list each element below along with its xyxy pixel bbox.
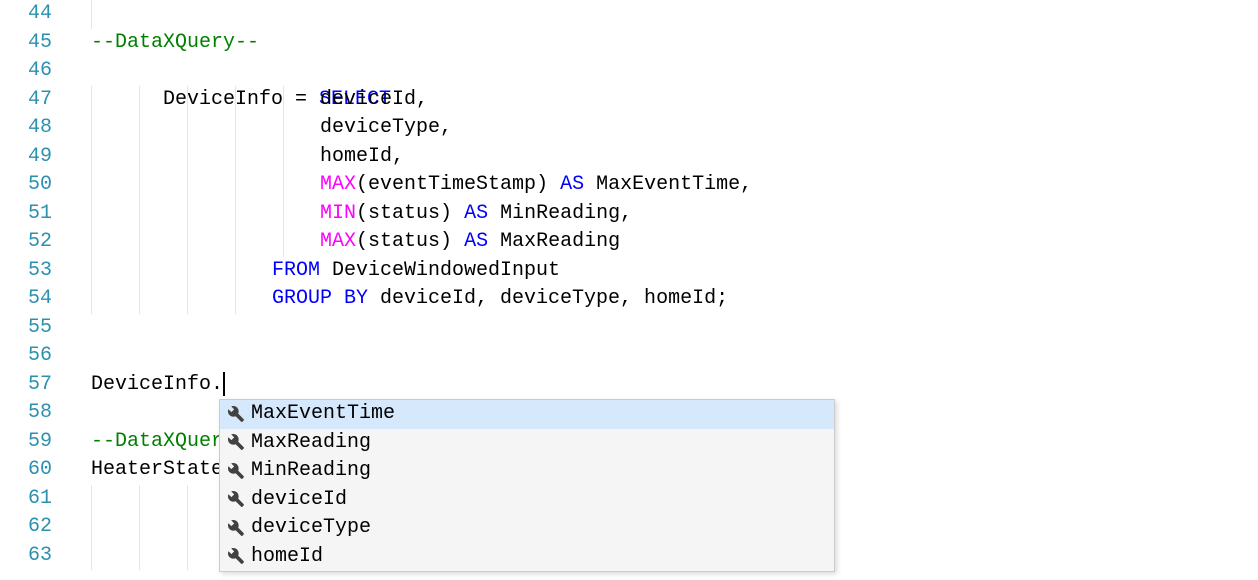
line-number-52: 52	[0, 228, 66, 257]
autocomplete-item-devicetype[interactable]: deviceType	[220, 514, 834, 543]
code-line[interactable]: 50 MAX(eventTimeStamp) AS MaxEventTime,	[0, 171, 1258, 200]
keyword-as: AS	[452, 230, 500, 253]
line-number-55: 55	[0, 314, 66, 343]
wrench-icon	[228, 406, 245, 423]
text-cursor	[223, 372, 225, 396]
function-min: MIN	[320, 202, 356, 225]
table-name: DeviceWindowedInput	[320, 259, 560, 282]
argument: status	[368, 202, 440, 225]
line-number-49: 49	[0, 143, 66, 172]
code-line-active[interactable]: 57 DeviceInfo.	[0, 371, 1258, 400]
wrench-icon	[228, 463, 245, 480]
autocomplete-item-deviceid[interactable]: deviceId	[220, 486, 834, 515]
autocomplete-label: deviceType	[251, 514, 371, 543]
identifier: HeaterState	[91, 456, 223, 485]
code-line[interactable]: 45 --DataXQuery--	[0, 29, 1258, 58]
code-line[interactable]: 48 deviceType,	[0, 114, 1258, 143]
autocomplete-item-maxreading[interactable]: MaxReading	[220, 429, 834, 458]
autocomplete-label: MaxEventTime	[251, 400, 395, 429]
code-line[interactable]: 52 MAX(status) AS MaxReading	[0, 228, 1258, 257]
line-number-47: 47	[0, 86, 66, 115]
autocomplete-label: homeId	[251, 543, 323, 572]
line-number-61: 61	[0, 485, 66, 514]
code-line[interactable]: 54 GROUP BY deviceId, deviceType, homeId…	[0, 285, 1258, 314]
autocomplete-label: MaxReading	[251, 429, 371, 458]
autocomplete-label: MinReading	[251, 457, 371, 486]
line-number-50: 50	[0, 171, 66, 200]
wrench-icon	[228, 548, 245, 565]
wrench-icon	[228, 434, 245, 451]
paren: )	[536, 173, 548, 196]
line-number-48: 48	[0, 114, 66, 143]
line-number-59: 59	[0, 428, 66, 457]
line-number-60: 60	[0, 456, 66, 485]
code-line[interactable]: 51 MIN(status) AS MinReading,	[0, 200, 1258, 229]
comment-text: --DataXQuer	[91, 428, 223, 457]
field-name: deviceType,	[320, 114, 452, 143]
alias: MaxEventTime,	[596, 173, 752, 196]
wrench-icon	[228, 520, 245, 537]
autocomplete-popup[interactable]: MaxEventTime MaxReading MinReading devic…	[219, 399, 835, 572]
line-number-57: 57	[0, 371, 66, 400]
autocomplete-item-maxeventtime[interactable]: MaxEventTime	[220, 400, 834, 429]
code-line[interactable]: 53 FROM DeviceWindowedInput	[0, 257, 1258, 286]
line-number-51: 51	[0, 200, 66, 229]
identifier: DeviceInfo.	[91, 373, 223, 396]
field-name: homeId,	[320, 143, 404, 172]
argument: eventTimeStamp	[368, 173, 536, 196]
comment-text: --DataXQuery--	[91, 29, 259, 58]
line-number-54: 54	[0, 285, 66, 314]
group-fields: deviceId, deviceType, homeId;	[368, 287, 728, 310]
line-number-44: 44	[0, 0, 66, 29]
code-line[interactable]: 44	[0, 0, 1258, 29]
field-name: deviceId,	[320, 86, 428, 115]
paren: (	[356, 202, 368, 225]
line-number-45: 45	[0, 29, 66, 58]
paren: )	[440, 230, 452, 253]
line-number-63: 63	[0, 542, 66, 571]
keyword-as: AS	[548, 173, 596, 196]
paren: )	[440, 202, 452, 225]
code-line[interactable]: 56	[0, 342, 1258, 371]
argument: status	[368, 230, 440, 253]
line-number-62: 62	[0, 513, 66, 542]
line-number-53: 53	[0, 257, 66, 286]
keyword-as: AS	[452, 202, 500, 225]
alias: MinReading,	[500, 202, 632, 225]
paren: (	[356, 173, 368, 196]
alias: MaxReading	[500, 230, 620, 253]
line-number-56: 56	[0, 342, 66, 371]
code-line[interactable]: 47 deviceId,	[0, 86, 1258, 115]
keyword-from: FROM	[272, 259, 320, 282]
code-line[interactable]: 55	[0, 314, 1258, 343]
code-line[interactable]: 49 homeId,	[0, 143, 1258, 172]
function-max: MAX	[320, 173, 356, 196]
autocomplete-item-homeid[interactable]: homeId	[220, 543, 834, 572]
wrench-icon	[228, 491, 245, 508]
paren: (	[356, 230, 368, 253]
keyword-group-by: GROUP BY	[272, 287, 368, 310]
code-line[interactable]: 46 DeviceInfo = SELECT	[0, 57, 1258, 86]
autocomplete-label: deviceId	[251, 486, 347, 515]
autocomplete-item-minreading[interactable]: MinReading	[220, 457, 834, 486]
line-number-46: 46	[0, 57, 66, 86]
function-max: MAX	[320, 230, 356, 253]
line-number-58: 58	[0, 399, 66, 428]
